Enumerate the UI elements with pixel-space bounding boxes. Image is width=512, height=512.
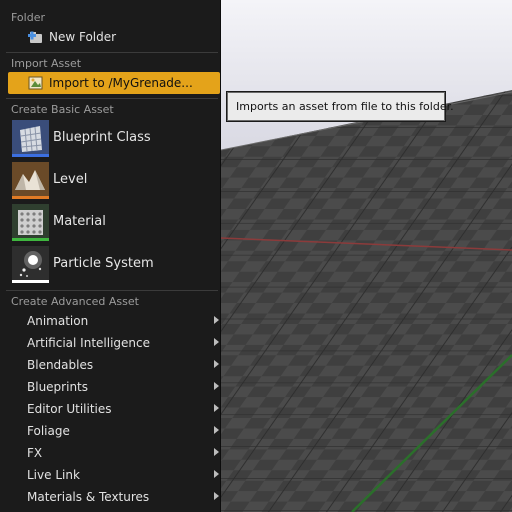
- context-menu: Folder New Folder Import Asset Import to…: [0, 0, 221, 512]
- submenu-animation[interactable]: Animation: [26, 310, 222, 332]
- particle-system-label: Particle System: [53, 256, 154, 271]
- section-header-folder: Folder: [11, 11, 45, 24]
- submenu-label: Foliage: [27, 424, 70, 438]
- section-header-import: Import Asset: [11, 57, 82, 70]
- particle-system-icon: [12, 246, 49, 283]
- chevron-right-icon: [214, 338, 219, 346]
- submenu-label: Blendables: [27, 358, 94, 372]
- submenu-label: Editor Utilities: [27, 402, 112, 416]
- chevron-right-icon: [214, 316, 219, 324]
- submenu-fx[interactable]: FX: [26, 442, 222, 464]
- chevron-right-icon: [214, 448, 219, 456]
- import-tooltip: Imports an asset from file to this folde…: [226, 91, 454, 122]
- tooltip-text: Imports an asset from file to this folde…: [236, 100, 454, 113]
- particle-system-item[interactable]: Particle System: [12, 244, 220, 284]
- submenu-label: Artificial Intelligence: [27, 336, 150, 350]
- chevron-right-icon: [214, 492, 219, 500]
- submenu-blueprints[interactable]: Blueprints: [26, 376, 222, 398]
- submenu-artificial-intelligence[interactable]: Artificial Intelligence: [26, 332, 222, 354]
- blueprint-class-icon: [12, 120, 49, 157]
- blueprint-class-item[interactable]: Blueprint Class: [12, 118, 220, 158]
- new-folder-item[interactable]: New Folder: [8, 26, 220, 48]
- import-icon: [28, 75, 44, 91]
- submenu-label: Animation: [27, 314, 89, 328]
- submenu-label: FX: [27, 446, 43, 460]
- chevron-right-icon: [214, 360, 219, 368]
- submenu-editor-utilities[interactable]: Editor Utilities: [26, 398, 222, 420]
- submenu-live-link[interactable]: Live Link: [26, 464, 222, 486]
- level-icon: [12, 162, 49, 199]
- section-header-advanced: Create Advanced Asset: [11, 295, 139, 308]
- submenu-blendables[interactable]: Blendables: [26, 354, 222, 376]
- submenu-materials-textures[interactable]: Materials & Textures: [26, 486, 222, 508]
- chevron-right-icon: [214, 404, 219, 412]
- level-label: Level: [53, 172, 88, 187]
- material-icon: [12, 204, 49, 241]
- grid-floor: [221, 0, 512, 512]
- submenu-foliage[interactable]: Foliage: [26, 420, 222, 442]
- material-label: Material: [53, 214, 106, 229]
- new-folder-label: New Folder: [49, 30, 117, 44]
- separator: [6, 98, 218, 99]
- level-item[interactable]: Level: [12, 160, 220, 200]
- submenu-label: Live Link: [27, 468, 80, 482]
- import-item[interactable]: Import to /MyGrenade...: [8, 72, 220, 94]
- material-item[interactable]: Material: [12, 202, 220, 242]
- chevron-right-icon: [214, 382, 219, 390]
- import-label: Import to /MyGrenade...: [49, 76, 193, 90]
- submenu-label: Materials & Textures: [27, 490, 150, 504]
- section-header-basic: Create Basic Asset: [11, 103, 114, 116]
- new-folder-icon: [28, 29, 44, 45]
- level-viewport[interactable]: [221, 0, 512, 512]
- separator: [6, 290, 218, 291]
- chevron-right-icon: [214, 470, 219, 478]
- chevron-right-icon: [214, 426, 219, 434]
- blueprint-class-label: Blueprint Class: [53, 130, 151, 145]
- submenu-label: Blueprints: [27, 380, 89, 394]
- separator: [6, 52, 218, 53]
